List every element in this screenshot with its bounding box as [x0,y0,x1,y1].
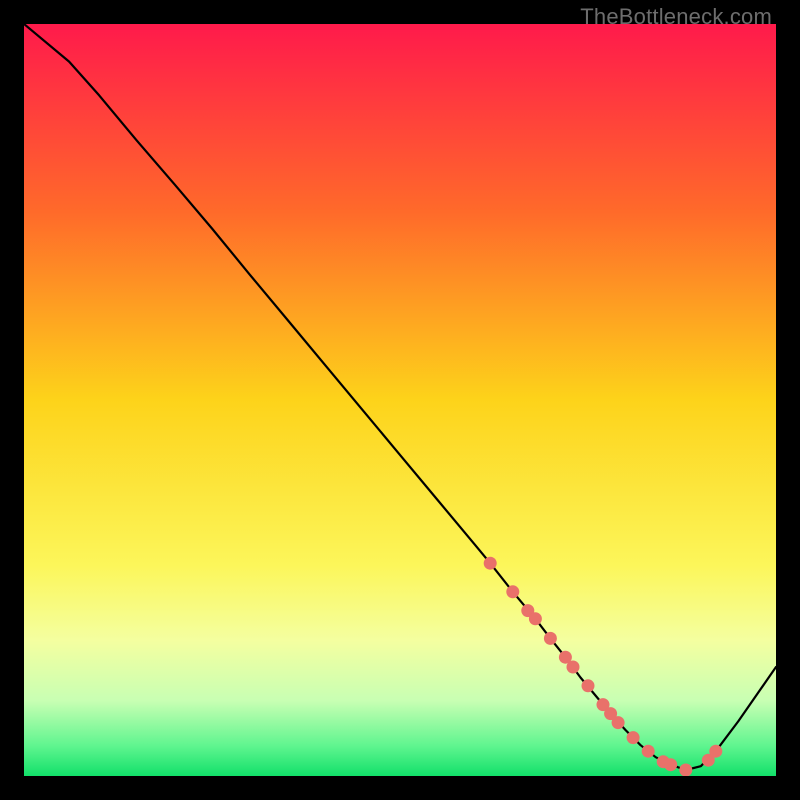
chart-frame [24,24,776,776]
marker-dot [484,557,497,570]
marker-dot [544,632,557,645]
chart-svg [24,24,776,776]
marker-dot [506,585,519,598]
marker-dot [612,716,625,729]
marker-dot [582,679,595,692]
marker-dot [567,661,580,674]
marker-dot [679,764,692,777]
marker-dot [664,758,677,771]
marker-dot [709,745,722,758]
marker-dot [529,612,542,625]
chart-background [24,24,776,776]
marker-dot [627,731,640,744]
marker-dot [642,745,655,758]
